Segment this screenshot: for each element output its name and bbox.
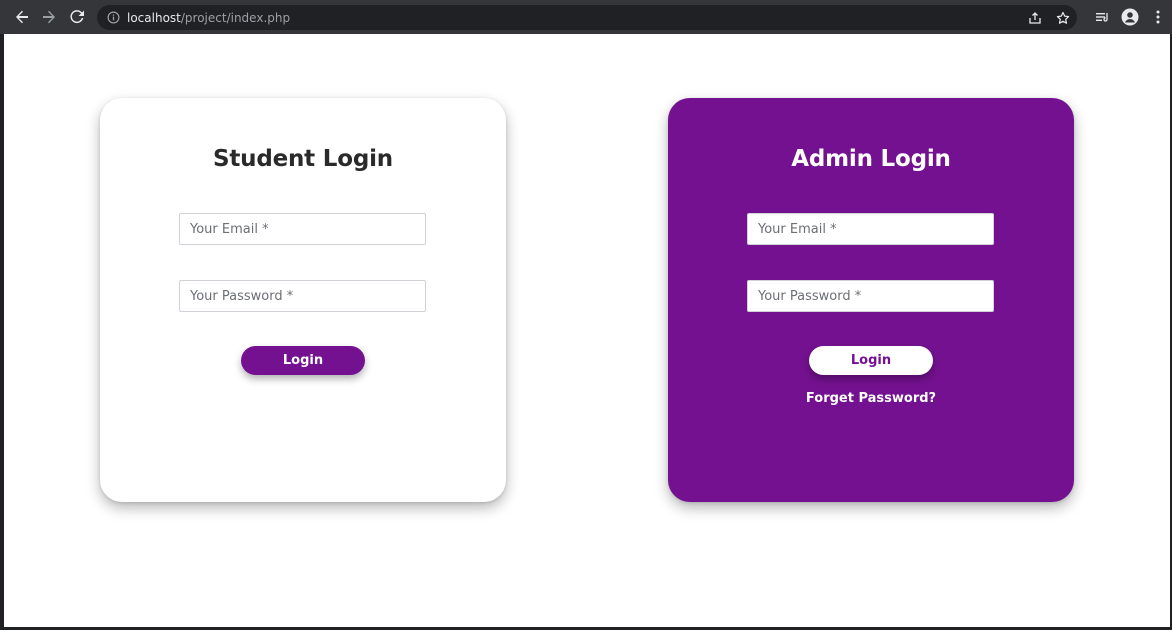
student-login-title: Student Login: [213, 146, 393, 172]
back-icon[interactable]: [9, 4, 35, 30]
forgot-password-link[interactable]: Forget Password?: [668, 391, 1074, 406]
admin-login-card: Admin Login Login Forget Password?: [668, 98, 1074, 502]
browser-toolbar: localhost/project/index.php: [0, 0, 1172, 34]
admin-password-input[interactable]: [747, 280, 994, 312]
share-icon[interactable]: [1021, 5, 1049, 30]
url-path: /project/index.php: [180, 10, 291, 25]
student-password-input[interactable]: [179, 280, 426, 312]
admin-email-input[interactable]: [747, 213, 994, 245]
address-bar[interactable]: localhost/project/index.php: [97, 5, 1077, 30]
student-email-input[interactable]: [179, 213, 426, 245]
menu-icon[interactable]: [1144, 4, 1172, 30]
page-viewport: Student Login Login Admin Login Login Fo…: [4, 34, 1170, 627]
star-icon[interactable]: [1049, 5, 1077, 30]
student-login-button[interactable]: Login: [241, 346, 365, 375]
student-login-card: Student Login Login: [100, 98, 506, 502]
reading-list-icon[interactable]: [1088, 4, 1116, 30]
url-host: localhost: [127, 10, 181, 25]
info-icon[interactable]: [105, 10, 121, 26]
url-text: localhost/project/index.php: [127, 11, 290, 25]
admin-login-title: Admin Login: [791, 146, 951, 172]
admin-login-button[interactable]: Login: [809, 346, 933, 375]
forward-icon[interactable]: [36, 4, 62, 30]
profile-icon[interactable]: [1116, 4, 1144, 30]
reload-icon[interactable]: [64, 4, 90, 30]
